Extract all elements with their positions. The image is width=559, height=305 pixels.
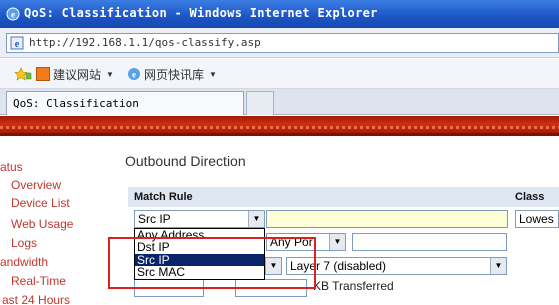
class-select-value: Lowes (519, 212, 554, 226)
page-banner (0, 116, 559, 136)
nav-device-list[interactable]: Device List (11, 196, 70, 210)
svg-text:e: e (11, 10, 15, 20)
favorites-star-icon[interactable] (14, 67, 32, 81)
suggested-sites-icon (36, 67, 50, 81)
match-rule-select-value: Src IP (138, 212, 171, 226)
address-bar-row: e http://192.168.1.1/qos-classify.asp (0, 28, 559, 58)
nav-status[interactable]: atus (0, 160, 23, 174)
nav-logs[interactable]: Logs (11, 236, 37, 250)
address-bar[interactable]: e http://192.168.1.1/qos-classify.asp (6, 33, 559, 53)
page-icon: e (10, 36, 24, 50)
kb-transferred-label: KB Transferred (313, 279, 394, 293)
chevron-down-icon[interactable]: ▼ (329, 234, 345, 250)
web-slice-icon: e (128, 68, 140, 80)
layer7-select[interactable]: Layer 7 (disabled) ▼ (286, 257, 507, 275)
match-rule-select[interactable]: Src IP ▼ (134, 210, 265, 228)
nav-overview[interactable]: Overview (11, 178, 61, 192)
fav-web-slice-label: 网页快讯库 (144, 67, 205, 82)
col-match-rule: Match Rule (134, 191, 193, 203)
chevron-down-icon[interactable]: ▼ (248, 211, 264, 227)
ie-logo-icon: e (6, 7, 20, 21)
svg-text:e: e (132, 70, 136, 80)
tab-qos-classification[interactable]: QoS: Classification (6, 91, 244, 115)
port-input[interactable] (352, 233, 507, 251)
svg-text:e: e (15, 39, 20, 50)
nav-web-usage[interactable]: Web Usage (11, 217, 73, 231)
chevron-down-icon[interactable]: ▼ (490, 258, 506, 274)
nav-real-time[interactable]: Real-Time (11, 274, 66, 288)
fav-web-slice[interactable]: e 网页快讯库 ▼ (127, 66, 217, 82)
fav-suggested-sites[interactable]: 建议网站 ▼ (36, 66, 114, 82)
new-tab-button[interactable] (246, 91, 274, 115)
rules-table-header: Match Rule Class (128, 187, 559, 207)
highlight-box (108, 237, 316, 289)
col-class: Class (515, 191, 545, 203)
class-select[interactable]: Lowes (515, 210, 559, 228)
nav-last-24-hours[interactable]: ast 24 Hours (2, 293, 70, 305)
fav-suggested-sites-label: 建议网站 (53, 67, 102, 82)
favorites-bar: 建议网站 ▼ e 网页快讯库 ▼ (0, 59, 559, 89)
match-address-input[interactable] (266, 210, 508, 228)
nav-bandwidth[interactable]: andwidth (0, 255, 48, 269)
chevron-down-icon: ▼ (209, 69, 217, 79)
chevron-down-icon: ▼ (106, 69, 114, 79)
window-titlebar: e QoS: Classification - Windows Internet… (0, 0, 559, 28)
tab-row: QoS: Classification (0, 89, 559, 115)
address-url[interactable]: http://192.168.1.1/qos-classify.asp (29, 36, 261, 49)
section-heading: Outbound Direction (125, 153, 246, 169)
window-title: QoS: Classification - Windows Internet E… (24, 6, 378, 20)
